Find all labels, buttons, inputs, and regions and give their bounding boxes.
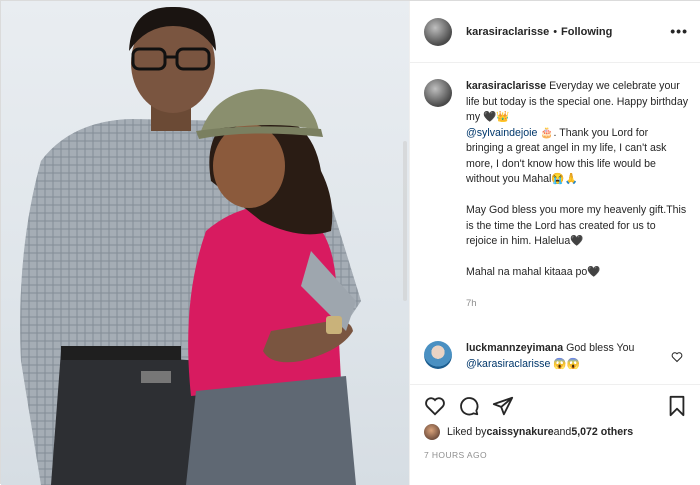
share-icon[interactable] <box>492 395 514 417</box>
bookmark-icon[interactable] <box>666 395 688 417</box>
caption-paragraph-3: Mahal na mahal kitaaa po🖤 <box>466 266 601 278</box>
comment-text: luckmannzeyimana God bless You @karasira… <box>466 341 658 372</box>
caption-paragraph-2: May God bless you more my heavenly gift.… <box>466 204 690 247</box>
commenter-avatar[interactable] <box>424 341 452 369</box>
likes-summary: Liked by caissynakure and 5,072 others <box>424 424 633 440</box>
scrollbar[interactable] <box>403 141 407 301</box>
comment-like-heart-icon[interactable] <box>671 351 683 363</box>
caption: karasiraclarisse Everyday we celebrate y… <box>424 79 692 312</box>
following-button[interactable]: Following <box>561 26 612 38</box>
comment-mention[interactable]: @karasiraclarisse <box>466 358 550 370</box>
caption-time[interactable]: 7h <box>466 298 477 309</box>
comment: luckmannzeyimana God bless You @karasira… <box>424 341 692 372</box>
caption-mention[interactable]: @sylvaindejoie <box>466 127 537 139</box>
caption-avatar[interactable] <box>424 79 452 107</box>
more-options-icon[interactable]: ••• <box>670 23 688 39</box>
liker-avatar[interactable] <box>424 424 440 440</box>
comment-emoji: 😱😱 <box>550 357 580 370</box>
post-side-panel: karasiraclarisse • Following ••• karasir… <box>409 1 700 485</box>
post-photo[interactable] <box>1 1 409 485</box>
post-frame: karasiraclarisse • Following ••• karasir… <box>0 0 700 485</box>
comment-icon[interactable] <box>458 395 480 417</box>
likes-count[interactable]: 5,072 others <box>571 426 633 438</box>
caption-username[interactable]: karasiraclarisse <box>466 80 546 92</box>
comment-body: God bless You <box>563 342 635 354</box>
post-header: karasiraclarisse • Following ••• <box>410 1 700 63</box>
author-username[interactable]: karasiraclarisse <box>466 26 549 38</box>
likes-prefix: Liked by <box>447 426 487 438</box>
photo-illustration <box>20 6 362 485</box>
post-timestamp[interactable]: 7 HOURS AGO <box>424 450 487 460</box>
header-separator: • <box>553 25 558 38</box>
heart-icon[interactable] <box>424 395 446 417</box>
caption-text: karasiraclarisse Everyday we celebrate y… <box>466 79 688 312</box>
likes-middle: and <box>553 426 572 438</box>
commenter-username[interactable]: luckmannzeyimana <box>466 342 563 354</box>
author-avatar[interactable] <box>424 17 452 46</box>
liker-username[interactable]: caissynakure <box>486 426 553 438</box>
